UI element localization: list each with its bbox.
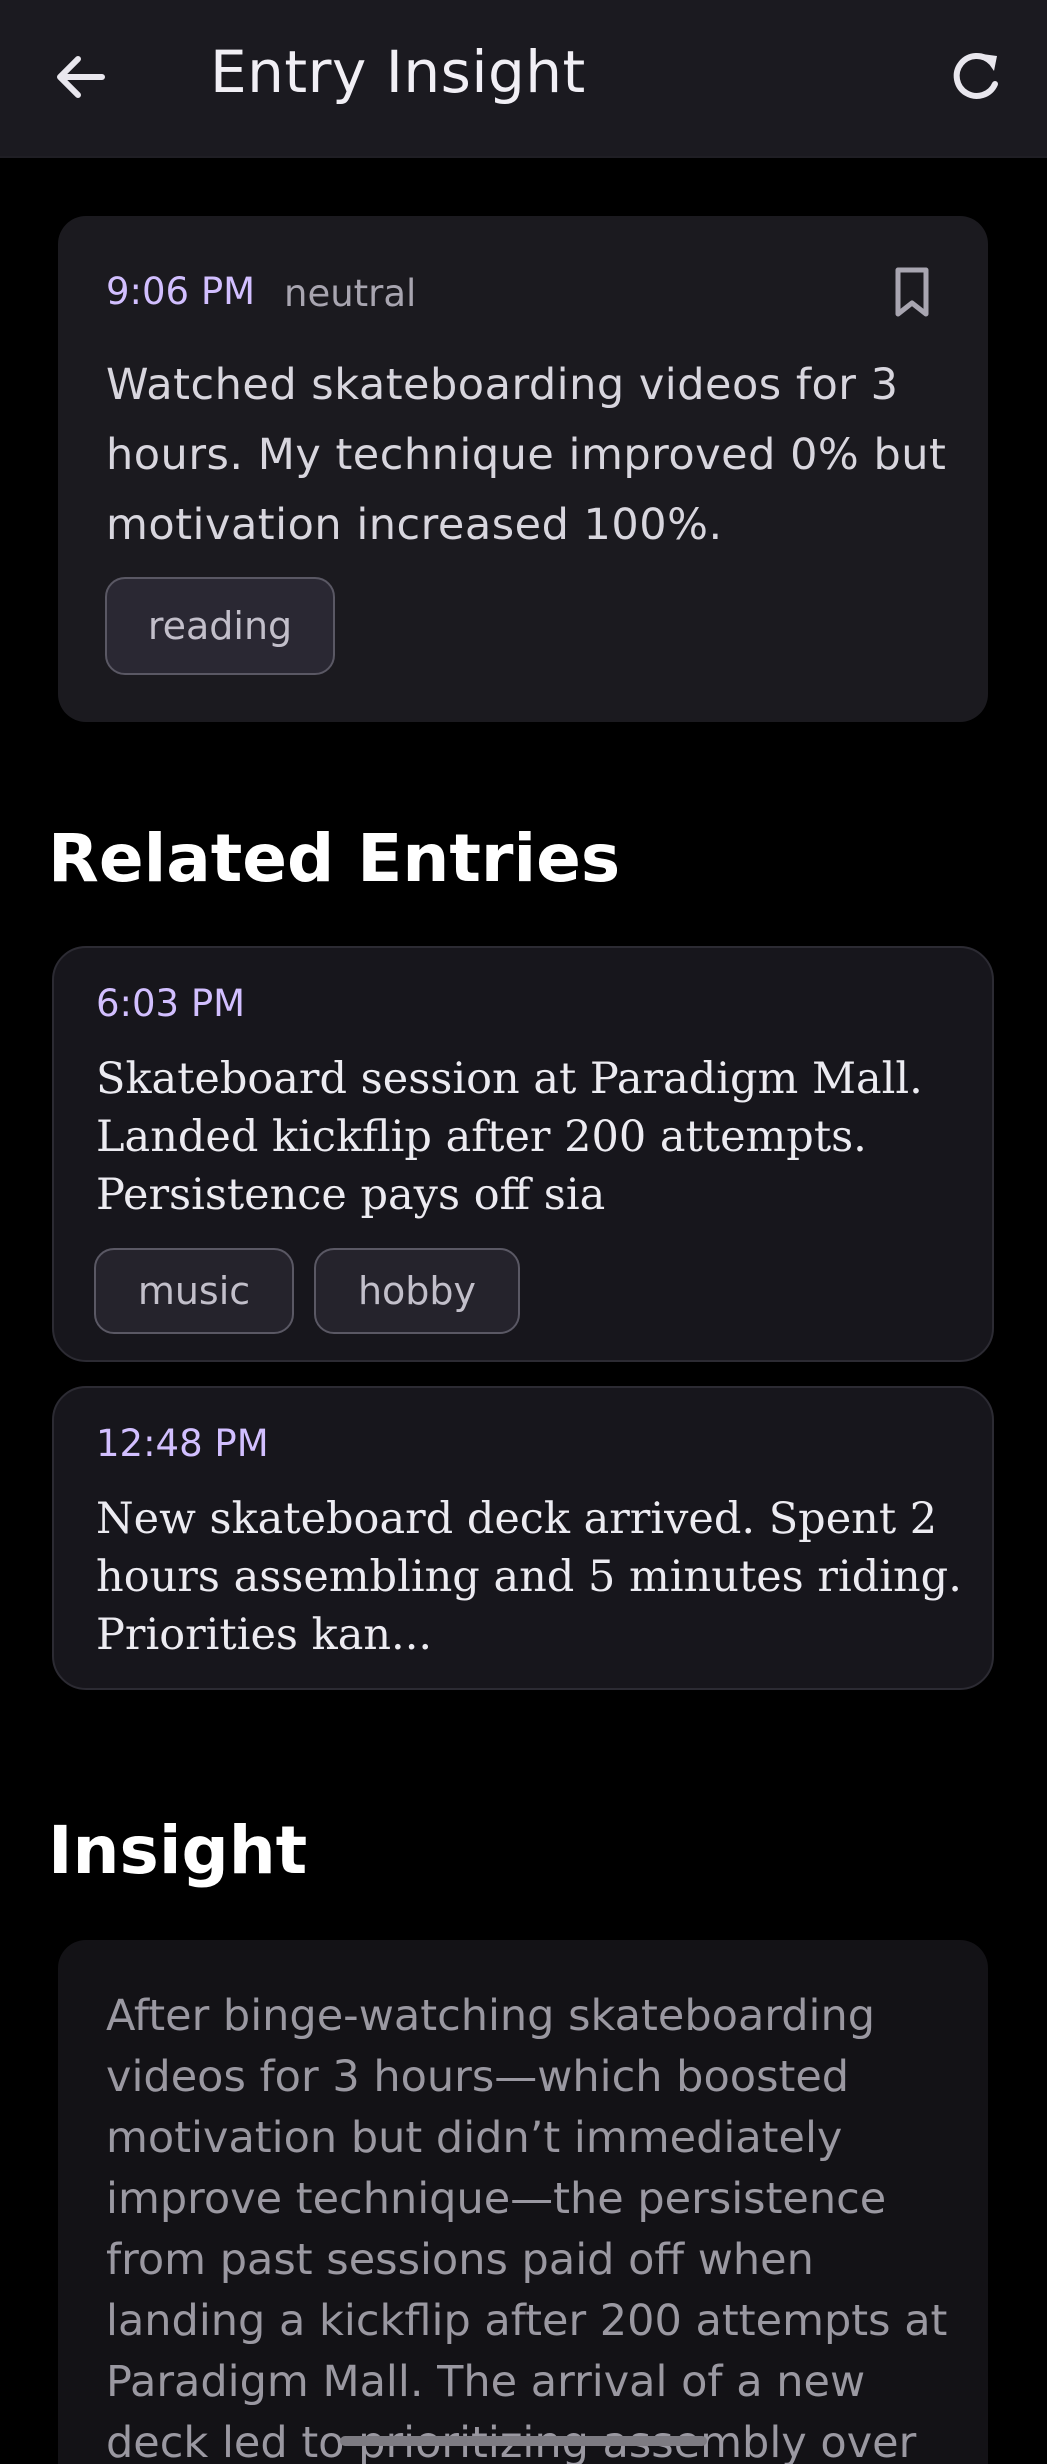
entry-content: Watched skateboarding videos for 3 hours… <box>106 360 947 550</box>
entry-mood: neutral <box>284 272 417 315</box>
tag-chip[interactable]: reading <box>105 577 335 675</box>
tag-label: reading <box>147 604 293 648</box>
related-entry-content: New skateboard deck arrived. Spent 2 hou… <box>96 1494 962 1660</box>
arrow-left-icon <box>57 56 105 98</box>
tag-label: music <box>137 1269 251 1313</box>
related-entry-card[interactable]: 6:03 PM Skateboard session at Paradigm M… <box>52 946 994 1362</box>
tag-chip[interactable]: music <box>94 1248 294 1334</box>
refresh-button[interactable] <box>944 44 1010 110</box>
bookmark-icon <box>895 267 929 317</box>
insight-card: After binge-watching skateboarding video… <box>58 1940 988 2464</box>
related-entries-heading: Related Entries <box>48 820 621 897</box>
tag-chip[interactable]: hobby <box>314 1248 520 1334</box>
entry-time: 9:06 PM <box>106 270 256 313</box>
related-entry-time: 12:48 PM <box>96 1422 269 1465</box>
related-entry-card[interactable]: 12:48 PM New skateboard deck arrived. Sp… <box>52 1386 994 1690</box>
page-title: Entry Insight <box>210 38 586 106</box>
related-entry-content: Skateboard session at Paradigm Mall. Lan… <box>96 1054 923 1220</box>
home-indicator[interactable] <box>340 2436 707 2446</box>
app-bar: Entry Insight <box>0 0 1047 158</box>
tag-label: hobby <box>357 1269 477 1313</box>
back-button[interactable] <box>50 46 112 108</box>
insight-content: After binge-watching skateboarding video… <box>106 1991 948 2464</box>
insight-heading: Insight <box>48 1812 308 1889</box>
refresh-icon <box>953 53 998 99</box>
related-entry-time: 6:03 PM <box>96 982 246 1025</box>
entry-card: 9:06 PM neutral Watched skateboarding vi… <box>58 216 988 722</box>
bookmark-button[interactable] <box>888 264 936 322</box>
